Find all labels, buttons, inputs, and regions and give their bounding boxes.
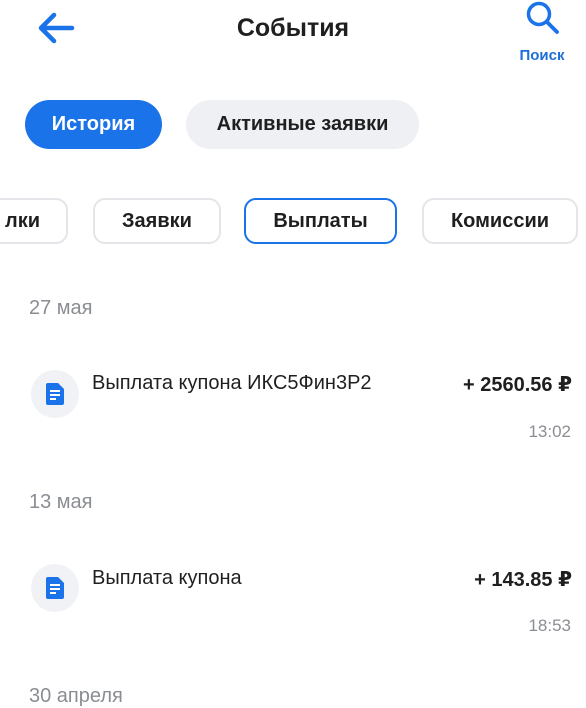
filter-chip-payouts[interactable]: Выплаты	[244, 198, 397, 244]
date-header: 27 мая	[29, 297, 93, 319]
filter-chip-partial[interactable]: лки	[0, 198, 68, 244]
date-header: 13 мая	[29, 491, 93, 513]
event-icon-container	[31, 370, 79, 418]
list-item[interactable]: Выплата купона ИКС5Фин3Р2 + 2560.56 ₽ 13…	[0, 360, 586, 450]
item-time: 13:02	[528, 422, 571, 441]
filter-chip-commissions[interactable]: Комиссии	[422, 198, 578, 244]
event-icon-container	[31, 564, 79, 612]
document-icon	[46, 383, 64, 405]
search-button[interactable]: Поиск	[516, 0, 568, 66]
item-time: 18:53	[528, 616, 571, 635]
search-icon	[526, 1, 559, 34]
item-amount: + 143.85 ₽	[474, 569, 572, 591]
filter-chips: лки Заявки Выплаты Комиссии	[0, 198, 586, 248]
search-label: Поиск	[519, 47, 565, 64]
filter-chip-requests[interactable]: Заявки	[93, 198, 221, 244]
item-title: Выплата купона ИКС5Фин3Р2	[92, 372, 372, 394]
tabs: История Активные заявки	[0, 100, 586, 150]
page-title: События	[236, 14, 350, 42]
list-item[interactable]: Выплата купона + 143.85 ₽ 18:53	[0, 555, 586, 645]
date-header: 30 апреля	[29, 685, 123, 707]
header: События Поиск	[0, 0, 586, 80]
tab-active-requests[interactable]: Активные заявки	[186, 100, 419, 149]
item-title: Выплата купона	[92, 567, 242, 589]
document-icon	[46, 577, 64, 599]
item-amount: + 2560.56 ₽	[462, 374, 572, 396]
tab-history[interactable]: История	[25, 100, 162, 149]
